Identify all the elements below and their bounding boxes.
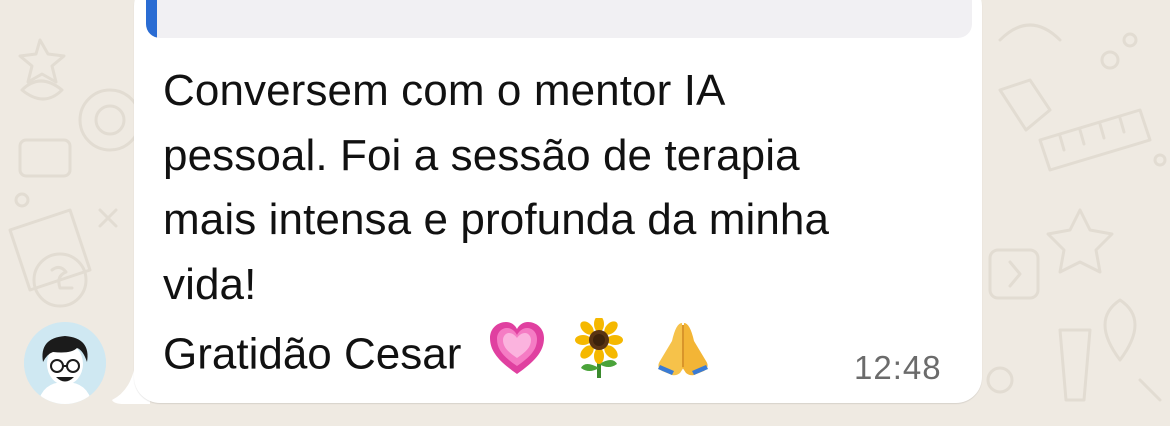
avatar-icon (24, 322, 106, 404)
quote-accent-bar (146, 0, 157, 38)
quoted-message[interactable] (146, 0, 972, 38)
sender-avatar[interactable] (24, 322, 106, 404)
signoff-text: Gratidão Cesar (163, 329, 462, 379)
message-signoff-line: Gratidão Cesar (163, 316, 714, 396)
message-text: Conversem com o mentor IA pessoal. Foi a… (163, 66, 830, 309)
folded-hands-icon (652, 319, 714, 395)
message-bubble[interactable]: Conversem com o mentor IA pessoal. Foi a… (134, 0, 982, 403)
sunflower-icon (572, 316, 626, 396)
message-timestamp: 12:48 (854, 349, 942, 386)
heart-icon (488, 320, 546, 394)
